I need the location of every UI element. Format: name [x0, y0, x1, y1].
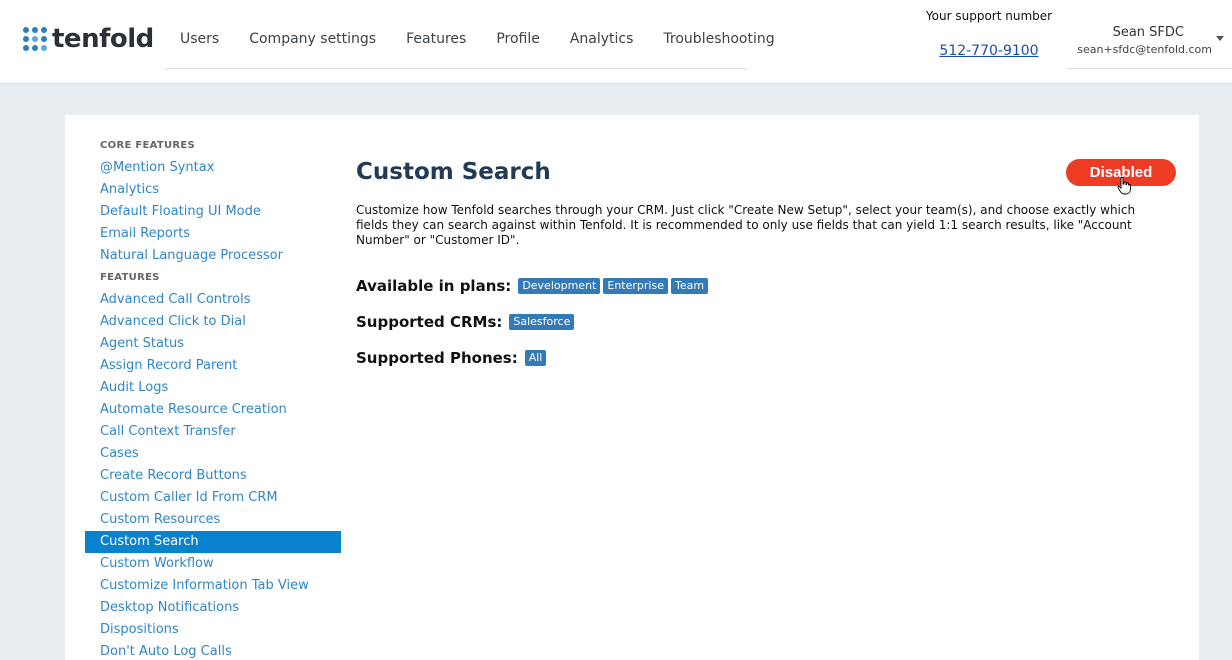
nav-analytics[interactable]: Analytics: [570, 31, 634, 47]
sidebar-heading-core: CORE FEATURES: [100, 140, 196, 151]
sidebar-item-desktop-notifications[interactable]: Desktop Notifications: [85, 597, 341, 619]
top-bar: tenfold Users Company settings Features …: [0, 0, 1232, 84]
support-panel: Your support number 512-770-9100: [911, 0, 1067, 84]
sidebar-item-assign-record-parent[interactable]: Assign Record Parent: [85, 355, 341, 377]
plan-tag-development: Development: [518, 278, 601, 294]
sidebar-item-advanced-call-controls[interactable]: Advanced Call Controls: [85, 289, 341, 311]
crms-label: Supported CRMs:: [356, 313, 503, 331]
sidebar-item-natural-language-processor[interactable]: Natural Language Processor: [85, 245, 341, 267]
features-sidebar: CORE FEATURES @Mention Syntax Analytics …: [85, 135, 341, 660]
sidebar-item-custom-resources[interactable]: Custom Resources: [85, 509, 341, 531]
nav-features[interactable]: Features: [406, 31, 466, 47]
nav-profile[interactable]: Profile: [496, 31, 540, 47]
sidebar-item-mention-syntax[interactable]: @Mention Syntax: [85, 157, 341, 179]
sidebar-item-dispositions[interactable]: Dispositions: [85, 619, 341, 641]
logo-text: tenfold: [52, 24, 154, 54]
main-nav: Users Company settings Features Profile …: [165, 0, 775, 69]
nav-users[interactable]: Users: [180, 31, 219, 47]
support-phone-link[interactable]: 512-770-9100: [939, 43, 1038, 59]
support-label: Your support number: [925, 9, 1053, 23]
content-card: CORE FEATURES @Mention Syntax Analytics …: [65, 115, 1199, 660]
user-name: Sean SFDC: [1112, 25, 1184, 40]
logo-dots-icon: [23, 27, 47, 51]
crm-tag-salesforce: Salesforce: [509, 314, 575, 330]
sidebar-item-custom-workflow[interactable]: Custom Workflow: [85, 553, 341, 575]
nav-troubleshooting[interactable]: Troubleshooting: [663, 31, 774, 47]
crms-row: Supported CRMs: Salesforce: [356, 304, 1176, 340]
feature-detail: Custom Search Customize how Tenfold sear…: [356, 155, 1176, 376]
sidebar-item-analytics[interactable]: Analytics: [85, 179, 341, 201]
user-email: sean+sfdc@tenfold.com: [1077, 43, 1212, 56]
feature-description: Customize how Tenfold searches through y…: [356, 203, 1136, 247]
sidebar-item-email-reports[interactable]: Email Reports: [85, 223, 341, 245]
nav-company-settings[interactable]: Company settings: [249, 31, 376, 47]
caret-down-icon[interactable]: [1216, 36, 1224, 41]
phones-label: Supported Phones:: [356, 349, 518, 367]
sidebar-item-create-record-buttons[interactable]: Create Record Buttons: [85, 465, 341, 487]
sidebar-item-custom-caller-id-from-crm[interactable]: Custom Caller Id From CRM: [85, 487, 341, 509]
sidebar-item-customize-information-tab-view[interactable]: Customize Information Tab View: [85, 575, 341, 597]
plan-tag-team: Team: [670, 278, 709, 294]
sidebar-item-dont-auto-log-calls[interactable]: Don't Auto Log Calls: [85, 641, 341, 660]
sidebar-item-advanced-click-to-dial[interactable]: Advanced Click to Dial: [85, 311, 341, 333]
user-menu[interactable]: Sean SFDC sean+sfdc@tenfold.com: [1068, 0, 1232, 69]
sidebar-item-default-floating-ui-mode[interactable]: Default Floating UI Mode: [85, 201, 341, 223]
plan-tag-enterprise: Enterprise: [603, 278, 668, 294]
phones-row: Supported Phones: All: [356, 340, 1176, 376]
phone-tag-all: All: [524, 350, 547, 366]
sidebar-item-agent-status[interactable]: Agent Status: [85, 333, 341, 355]
plans-row: Available in plans: Development Enterpri…: [356, 268, 1176, 304]
sidebar-item-custom-search[interactable]: Custom Search: [85, 531, 341, 553]
sidebar-item-cases[interactable]: Cases: [85, 443, 341, 465]
sidebar-item-call-context-transfer[interactable]: Call Context Transfer: [85, 421, 341, 443]
tenfold-logo[interactable]: tenfold: [23, 25, 154, 53]
sidebar-item-audit-logs[interactable]: Audit Logs: [85, 377, 341, 399]
plans-label: Available in plans:: [356, 277, 512, 295]
sidebar-heading-features: FEATURES: [100, 272, 160, 283]
hand-pointer-icon: [1117, 177, 1131, 195]
sidebar-item-automate-resource-creation[interactable]: Automate Resource Creation: [85, 399, 341, 421]
page-title: Custom Search: [356, 159, 551, 185]
